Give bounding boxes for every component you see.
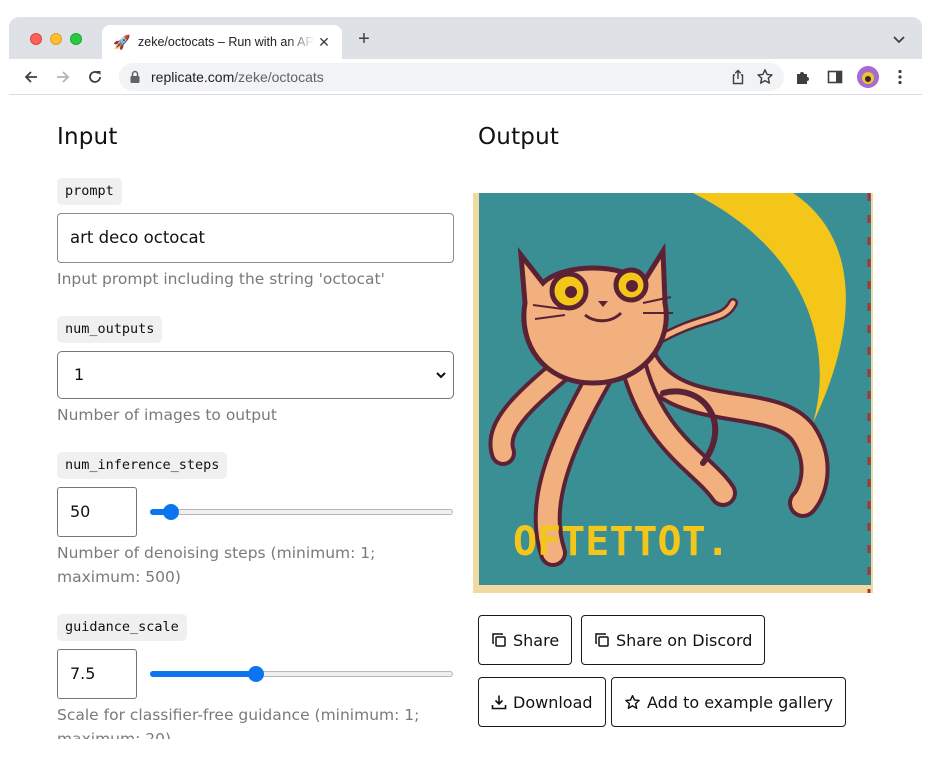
back-button[interactable] xyxy=(21,67,41,87)
slider-thumb[interactable] xyxy=(163,504,180,520)
puzzle-icon xyxy=(797,72,809,84)
guidance-scale-input[interactable]: 7.5 xyxy=(57,649,137,699)
profile-avatar[interactable] xyxy=(857,66,879,88)
guidance-scale-slider[interactable] xyxy=(150,666,453,682)
chevron-down-icon[interactable] xyxy=(892,32,906,46)
share-page-icon[interactable] xyxy=(730,69,746,85)
side-panel-button[interactable] xyxy=(825,67,845,87)
num-outputs-select[interactable]: 1 xyxy=(57,351,454,399)
tab-title: zeke/octocats – Run with an API on Repli… xyxy=(138,35,314,49)
slider-track xyxy=(150,509,453,515)
copy-icon xyxy=(492,633,506,647)
slider-fill xyxy=(150,671,257,677)
rocket-icon: 🚀 xyxy=(113,34,131,50)
num-inference-steps-slider[interactable] xyxy=(150,504,453,520)
browser-toolbar: replicate.com/zeke/octocats xyxy=(9,59,922,95)
close-window-button[interactable] xyxy=(30,33,42,45)
download-button[interactable]: Download xyxy=(478,677,606,727)
browser-menu-button[interactable] xyxy=(890,67,910,87)
url-domain: replicate.com xyxy=(151,69,235,85)
new-tab-button[interactable]: + xyxy=(355,29,373,49)
share-discord-button[interactable]: Share on Discord xyxy=(581,615,766,665)
close-tab-icon[interactable]: ✕ xyxy=(316,34,332,50)
share-button[interactable]: Share xyxy=(478,615,573,665)
url-path: /zeke/octocats xyxy=(234,69,324,85)
maximize-window-button[interactable] xyxy=(70,33,82,45)
add-to-gallery-button-label: Add to example gallery xyxy=(647,692,833,712)
num-outputs-hint: Number of images to output xyxy=(57,406,277,424)
output-image[interactable]: OFTETTOT. xyxy=(473,193,873,593)
num-inference-steps-hint: Number of denoising steps (minimum: 1; m… xyxy=(57,544,376,586)
tab-strip: 🚀 zeke/octocats – Run with an API on Rep… xyxy=(9,17,922,59)
prompt-hint: Input prompt including the string 'octoc… xyxy=(57,270,385,288)
forward-button[interactable] xyxy=(53,67,73,87)
extensions-button[interactable] xyxy=(793,67,813,87)
page-content: Input prompt art deco octocat Input prom… xyxy=(9,96,922,739)
prompt-input[interactable]: art deco octocat xyxy=(57,213,454,263)
guidance-scale-label: guidance_scale xyxy=(57,614,187,641)
side-panel-icon xyxy=(827,70,843,84)
star-icon xyxy=(625,694,640,709)
output-heading: Output xyxy=(478,124,560,150)
poster-caption-text: OFTETTOT. xyxy=(513,519,730,565)
arrow-left-icon xyxy=(24,71,37,83)
input-heading: Input xyxy=(57,124,118,150)
slider-thumb[interactable] xyxy=(248,666,265,682)
browser-window: 🚀 zeke/octocats – Run with an API on Rep… xyxy=(9,17,922,739)
arrow-right-icon xyxy=(57,71,70,83)
share-button-label: Share xyxy=(513,630,560,650)
share-discord-button-label: Share on Discord xyxy=(616,630,753,650)
num-outputs-label: num_outputs xyxy=(57,316,163,343)
copy-icon xyxy=(595,633,609,647)
browser-tab[interactable]: 🚀 zeke/octocats – Run with an API on Rep… xyxy=(102,25,342,59)
reload-icon xyxy=(89,71,101,83)
guidance-scale-hint: Scale for classifier-free guidance (mini… xyxy=(57,706,420,739)
chevron-down-icon xyxy=(436,372,446,379)
address-bar[interactable]: replicate.com/zeke/octocats xyxy=(119,63,784,91)
minimize-window-button[interactable] xyxy=(50,33,62,45)
num-outputs-value: 1 xyxy=(74,365,85,384)
download-button-label: Download xyxy=(513,692,593,712)
url-text[interactable]: replicate.com/zeke/octocats xyxy=(151,69,324,85)
bookmark-star-icon[interactable] xyxy=(756,68,774,86)
octocat-poster-illustration: OFTETTOT. xyxy=(473,193,873,593)
reload-button[interactable] xyxy=(85,67,105,87)
lock-icon xyxy=(130,70,140,83)
add-to-gallery-button[interactable]: Add to example gallery xyxy=(611,677,846,727)
num-inference-steps-input[interactable]: 50 xyxy=(57,487,137,537)
avatar-image-icon xyxy=(857,66,879,88)
download-icon xyxy=(491,695,507,710)
more-vertical-icon xyxy=(898,69,902,85)
prompt-label: prompt xyxy=(57,178,122,205)
num-inference-steps-label: num_inference_steps xyxy=(57,452,228,479)
